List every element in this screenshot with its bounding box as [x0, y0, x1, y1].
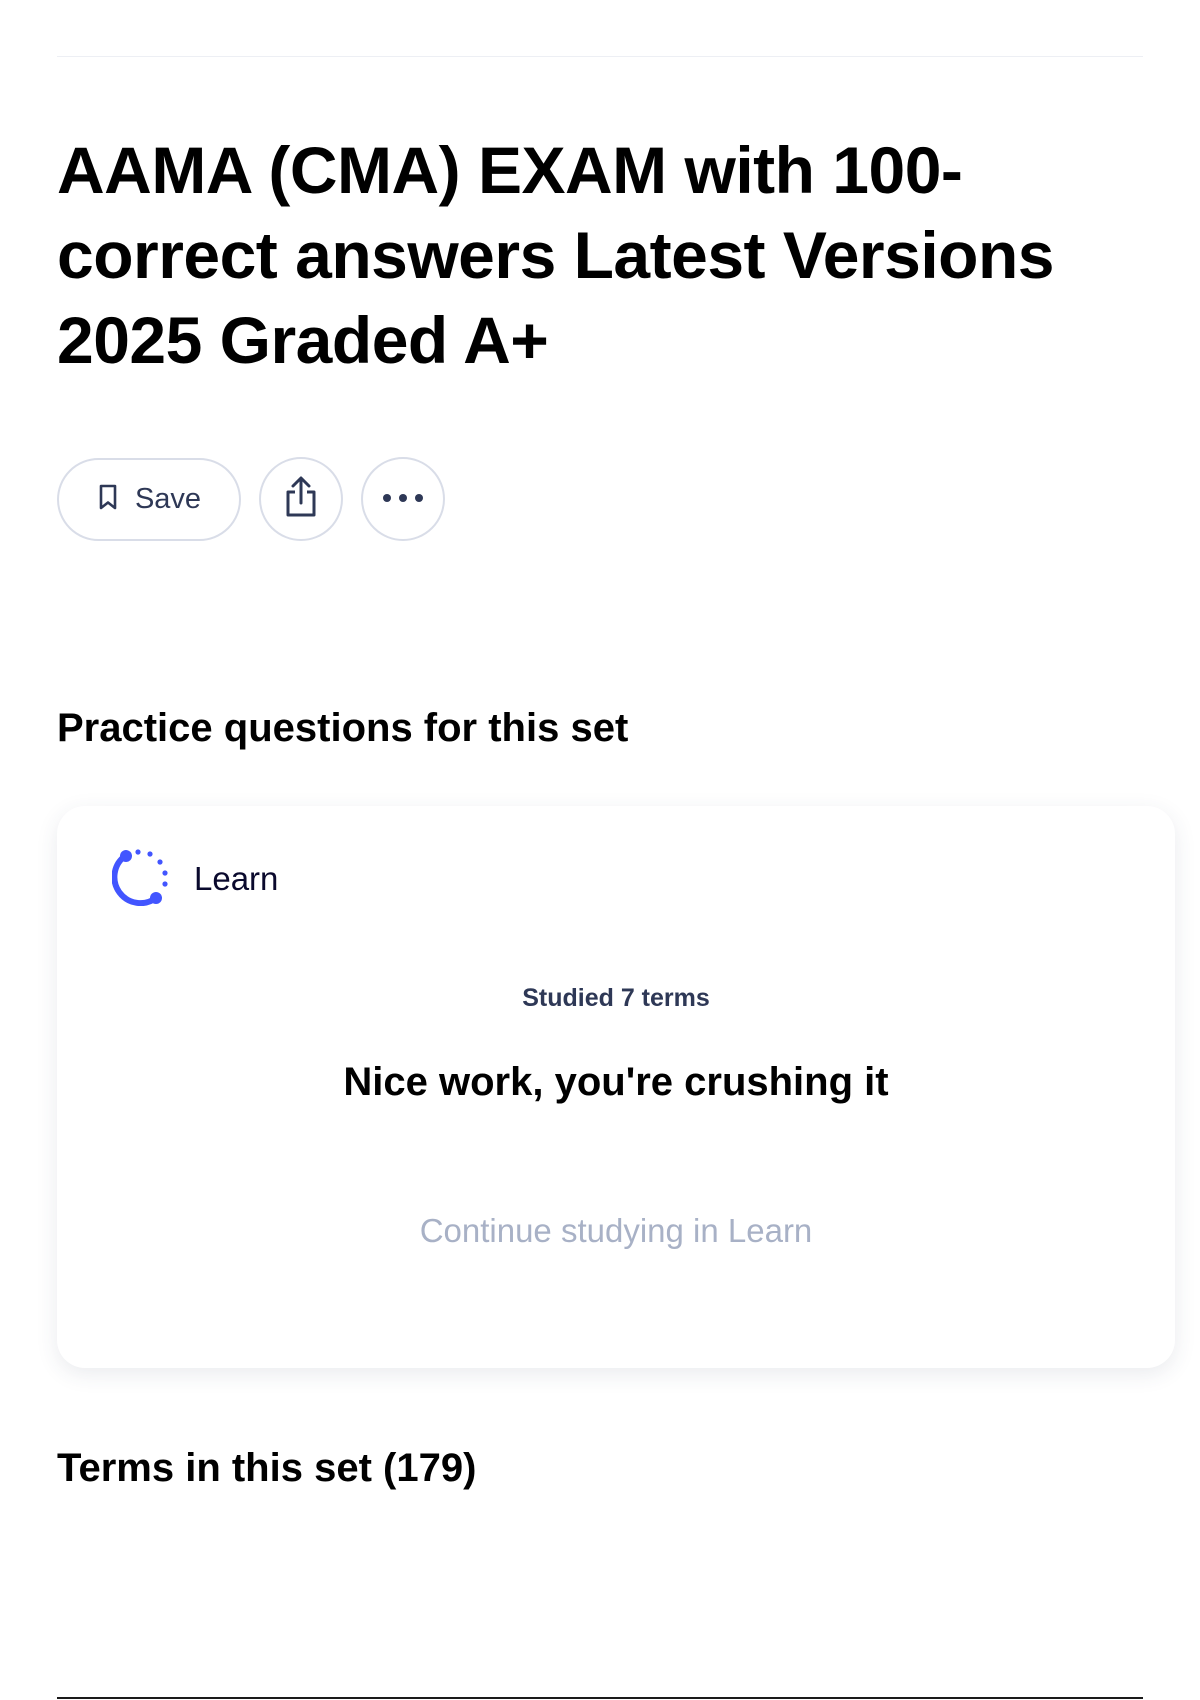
learn-card[interactable]: Learn Studied 7 terms Nice work, you're …	[57, 806, 1175, 1368]
learn-card-header: Learn	[111, 846, 279, 911]
learn-label: Learn	[194, 859, 279, 897]
bottom-divider	[57, 1697, 1143, 1699]
save-button[interactable]: Save	[57, 457, 241, 541]
learn-progress-icon	[111, 846, 172, 911]
save-label: Save	[134, 482, 202, 515]
terms-heading: Terms in this set (179)	[57, 1446, 477, 1490]
continue-learn-button[interactable]: Continue studying in Learn	[57, 1212, 1175, 1250]
page: AAMA (CMA) EXAM with 100-correct answers…	[0, 0, 1200, 1700]
share-icon	[282, 475, 320, 524]
bookmark-icon	[97, 483, 119, 516]
set-title: AAMA (CMA) EXAM with 100-correct answers…	[57, 133, 1055, 377]
progress-message: Nice work, you're crushing it	[343, 1060, 889, 1104]
share-button[interactable]	[259, 457, 343, 541]
more-horizontal-icon	[382, 490, 424, 508]
action-bar: Save	[57, 457, 463, 541]
more-options-button[interactable]	[361, 457, 445, 541]
practice-heading: Practice questions for this set	[57, 706, 629, 750]
top-divider	[57, 56, 1143, 57]
studied-count: Studied 7 terms	[522, 984, 710, 1012]
